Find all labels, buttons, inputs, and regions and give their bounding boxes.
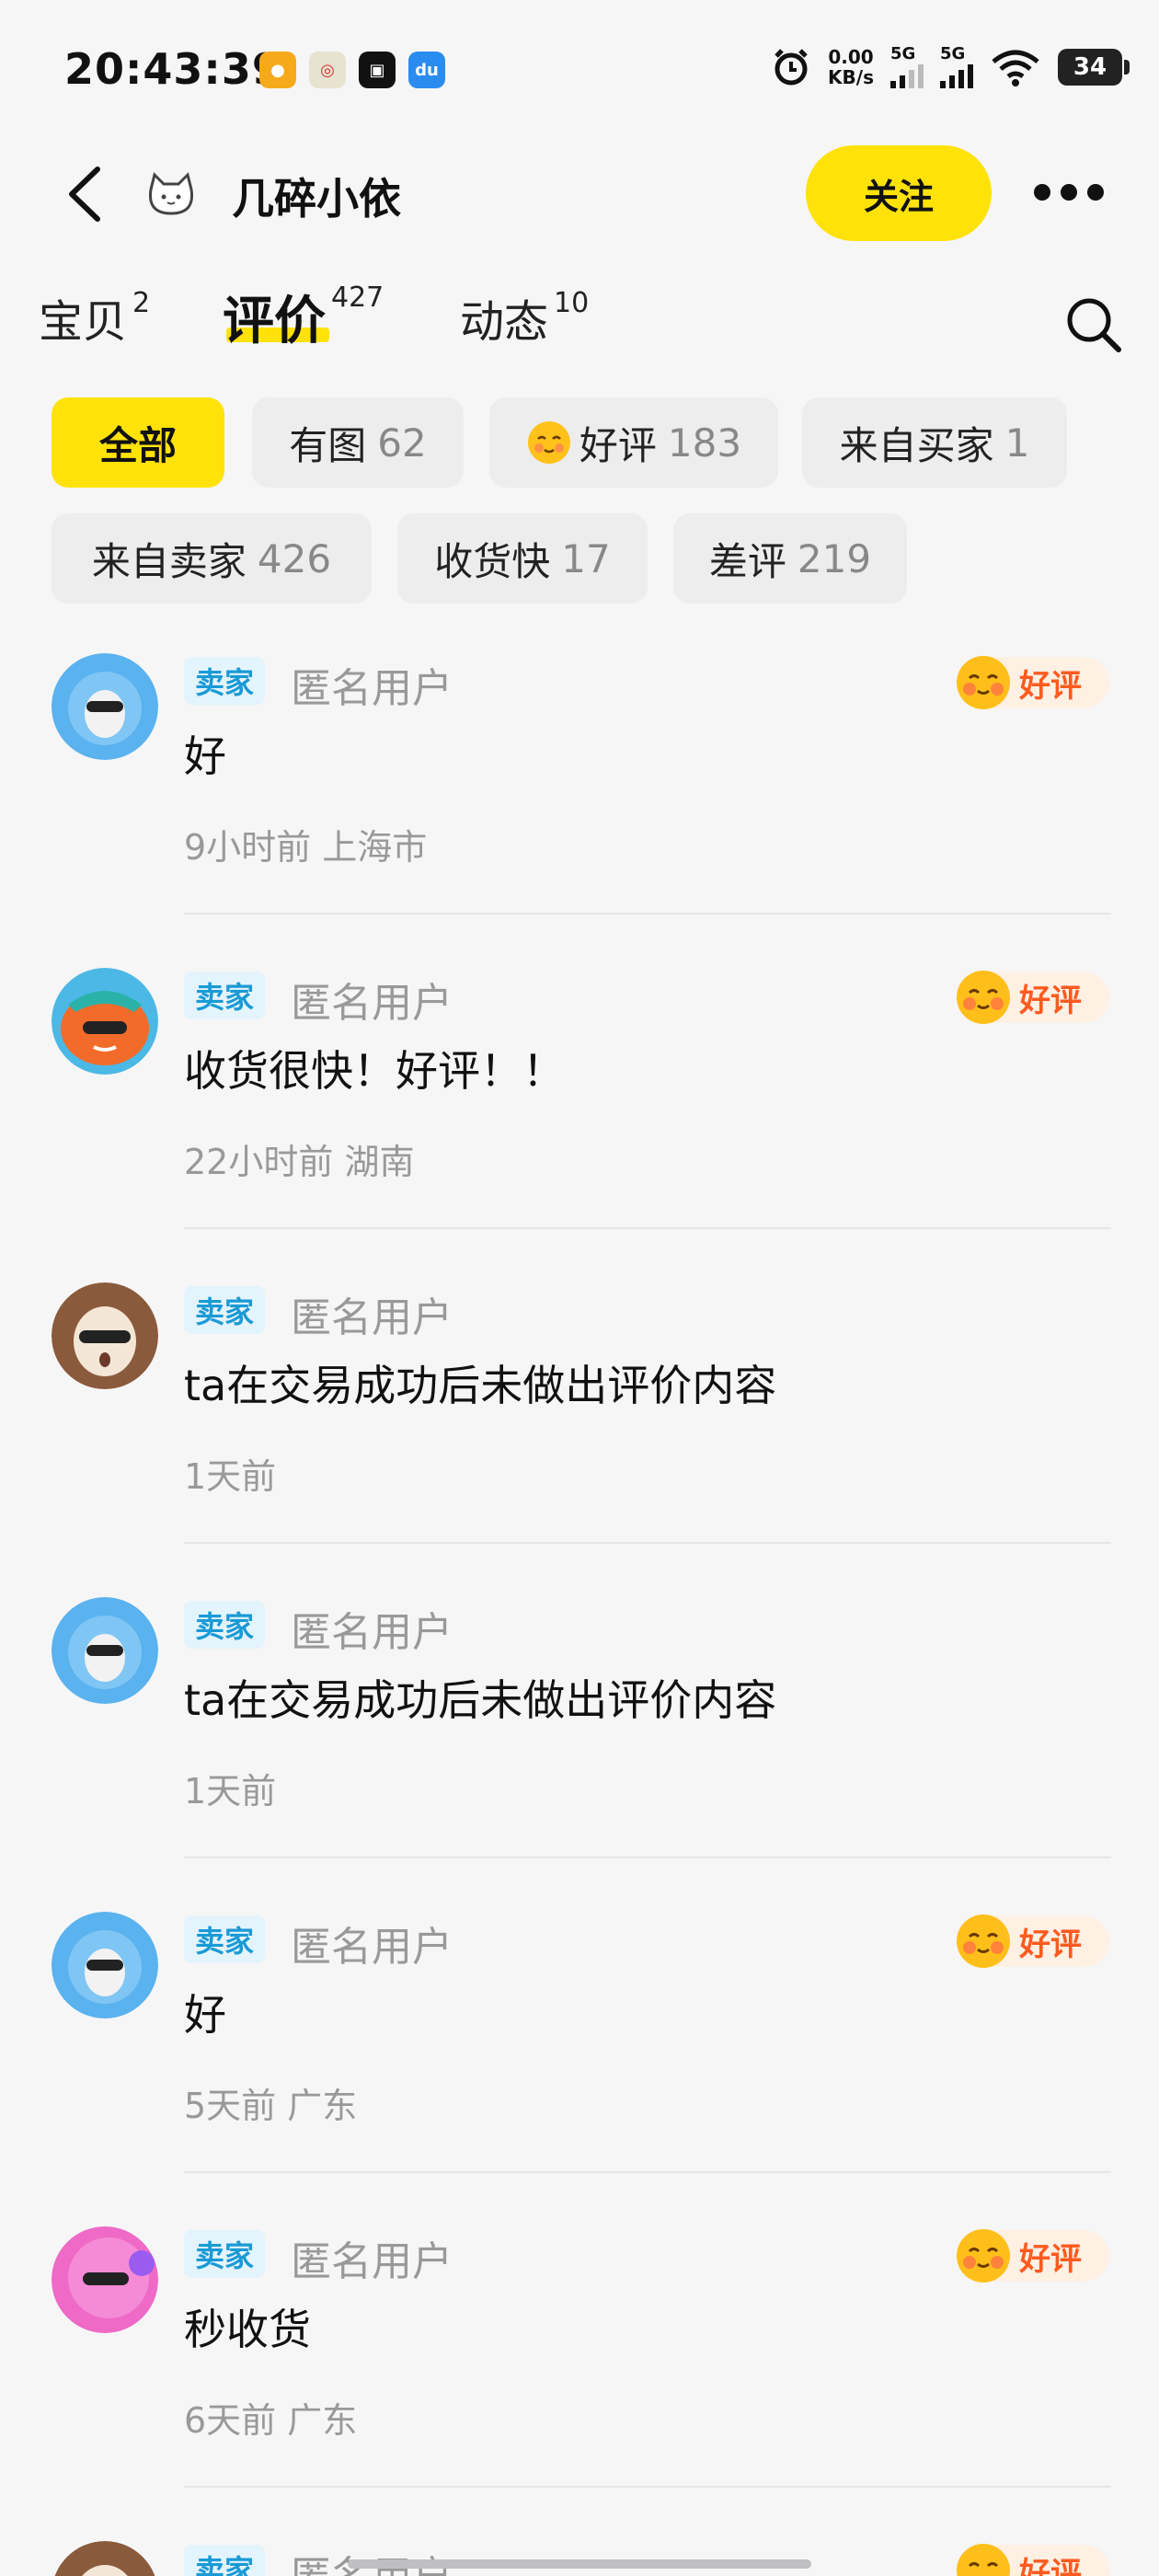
divider <box>184 1857 1111 1858</box>
seller-badge: 卖家 <box>184 2230 266 2278</box>
positive-review-badge: 好评 <box>957 971 1109 1024</box>
smile-emoji-icon <box>527 421 570 464</box>
blush-emoji-icon <box>957 656 1010 709</box>
back-arrow-icon[interactable] <box>61 162 116 226</box>
review-item: 卖家 匿名用户 好评 好 5天前 广东 <box>0 1893 1159 2208</box>
review-meta: 1天前 <box>184 1448 276 1499</box>
tab-reviews[interactable]: 评价 427 <box>223 280 384 354</box>
reviewer-name: 匿名用户 <box>291 980 453 1027</box>
tab-items[interactable]: 宝贝 2 <box>39 285 150 350</box>
review-time: 5天前 <box>184 2086 277 2126</box>
blush-emoji-icon <box>957 1915 1010 1968</box>
seller-badge: 卖家 <box>184 2545 266 2576</box>
seller-badge: 卖家 <box>184 972 266 1019</box>
divider <box>184 2171 1111 2173</box>
review-meta: 6天前 广东 <box>184 2392 357 2443</box>
filter-all[interactable]: 全部 <box>52 397 224 488</box>
wifi-icon <box>992 50 1039 86</box>
seller-badge: 卖家 <box>184 1286 266 1334</box>
divider <box>184 1227 1111 1229</box>
review-content: ta在交易成功后未做出评价内容 <box>184 1675 777 1725</box>
network-speed: 0.00 KB/s <box>828 46 874 88</box>
review-location: 湖南 <box>344 1142 415 1182</box>
home-indicator[interactable] <box>348 2559 811 2569</box>
follow-button[interactable]: 关注 <box>806 145 992 241</box>
review-item: 卖家 匿名用户 ta在交易成功后未做出评价内容 1天前 <box>0 1579 1159 1893</box>
pink-avatar[interactable] <box>52 2226 158 2333</box>
review-content: 好 <box>184 731 226 781</box>
reviewer-name: 匿名用户 <box>291 2238 453 2285</box>
status-app-icons: ● ◎ ▣ du <box>259 52 445 88</box>
brown-avatar[interactable] <box>52 2541 158 2576</box>
review-time: 6天前 <box>184 2400 277 2441</box>
brown-avatar[interactable] <box>52 1282 158 1389</box>
reviewer-name: 匿名用户 <box>291 1294 453 1341</box>
more-options-icon[interactable] <box>1034 184 1104 202</box>
divider <box>184 913 1111 914</box>
review-content: 收货很快！好评！！ <box>184 1046 565 1096</box>
review-time: 9小时前 <box>184 827 312 868</box>
orange-avatar[interactable] <box>52 968 158 1075</box>
blush-emoji-icon <box>957 2229 1010 2283</box>
alarm-icon <box>775 49 808 86</box>
review-meta: 9小时前 上海市 <box>184 819 427 869</box>
review-meta: 1天前 <box>184 1763 276 1813</box>
reviewer-name: 匿名用户 <box>291 1609 453 1656</box>
news-app-icon: ◎ <box>309 52 346 88</box>
positive-review-badge: 好评 <box>957 2544 1109 2576</box>
shop-header: 几碎小依 关注 <box>0 138 1159 248</box>
review-location: 上海市 <box>322 827 428 868</box>
signal-1-icon: 5G <box>890 46 924 88</box>
signal-2-icon: 5G <box>940 46 973 88</box>
filter-from-seller[interactable]: 来自卖家 426 <box>52 513 372 604</box>
blush-emoji-icon <box>957 2544 1010 2576</box>
review-item: 卖家 匿名用户 ta在交易成功后未做出评价内容 1天前 <box>0 1264 1159 1579</box>
shop-name: 几碎小依 <box>232 174 401 224</box>
positive-review-badge: 好评 <box>957 656 1109 709</box>
basketball-app-icon: ● <box>259 52 296 88</box>
review-meta: 5天前 广东 <box>184 2077 357 2128</box>
seller-badge: 卖家 <box>184 1601 266 1649</box>
review-content: 好 <box>184 1990 226 2040</box>
blue-fluffy-avatar[interactable] <box>52 1912 158 2018</box>
review-time: 22小时前 <box>184 1142 334 1182</box>
divider <box>184 1542 1111 1544</box>
reviewer-name: 匿名用户 <box>291 665 453 712</box>
status-time: 20:43:39 <box>64 44 282 94</box>
positive-review-badge: 好评 <box>957 1915 1109 1968</box>
reviewer-name: 匿名用户 <box>291 1924 453 1971</box>
positive-review-badge: 好评 <box>957 2229 1109 2283</box>
filter-from-buyer[interactable]: 来自买家 1 <box>802 397 1067 488</box>
review-item: 卖家 匿名用户 好评 收货很快！好评！！ 22小时前 湖南 <box>0 949 1159 1264</box>
status-bar: 20:43:39 ● ◎ ▣ du 0.00 KB/s 5G 5G 34 <box>0 0 1159 138</box>
filter-fast-receipt[interactable]: 收货快 17 <box>397 513 648 604</box>
blue-fluffy-avatar[interactable] <box>52 1597 158 1704</box>
review-location: 广东 <box>287 2086 358 2126</box>
status-right: 0.00 KB/s 5G 5G 34 <box>771 46 1130 88</box>
filter-negative[interactable]: 差评 219 <box>673 513 907 604</box>
filter-with-images[interactable]: 有图 62 <box>252 397 464 488</box>
filter-positive[interactable]: 好评 183 <box>489 397 778 488</box>
review-time: 1天前 <box>184 1771 277 1811</box>
search-icon[interactable] <box>1065 296 1122 353</box>
tv-app-icon: ▣ <box>359 52 396 88</box>
blush-emoji-icon <box>957 971 1010 1024</box>
review-item: 卖家 匿名用户 好评 秒收货 6天前 广东 <box>0 2208 1159 2523</box>
review-content: 秒收货 <box>184 2305 311 2354</box>
seller-badge: 卖家 <box>184 657 266 705</box>
review-item: 卖家 匿名用户 好评 好 9小时前 上海市 <box>0 635 1159 949</box>
du-app-icon: du <box>408 52 445 88</box>
divider <box>184 2486 1111 2488</box>
review-content: ta在交易成功后未做出评价内容 <box>184 1361 777 1410</box>
tab-posts[interactable]: 动态 10 <box>460 285 589 350</box>
blue-fluffy-avatar[interactable] <box>52 653 158 760</box>
profile-tabs: 宝贝 2 评价 427 动态 10 <box>0 267 1159 377</box>
review-time: 1天前 <box>184 1456 277 1497</box>
battery-icon: 34 <box>1058 49 1130 86</box>
review-location: 广东 <box>287 2400 358 2441</box>
seller-badge: 卖家 <box>184 1915 266 1963</box>
review-meta: 22小时前 湖南 <box>184 1133 414 1184</box>
cat-avatar-icon[interactable] <box>145 171 197 217</box>
